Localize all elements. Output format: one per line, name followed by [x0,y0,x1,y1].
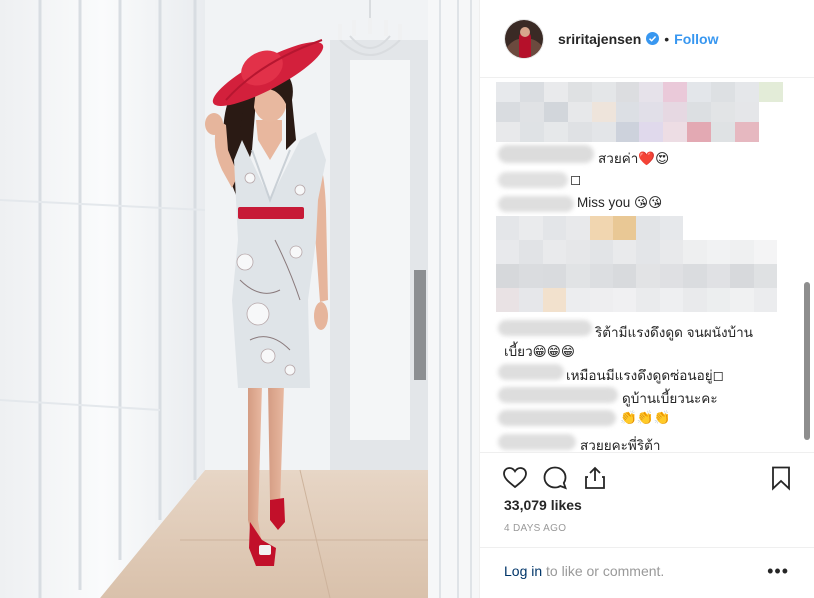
comment-text: ริต้ามีแรงดึงดูด จนผนังบ้าน [595,325,753,340]
login-link[interactable]: Log in [504,563,542,579]
comment-text-continuation: เบี้ยว😁😁😁 [504,344,575,359]
comment-text: ดูบ้านเบี้ยวนะคะ [622,391,718,406]
verified-badge-icon [646,32,660,45]
header-separator: • [664,30,670,47]
blurred-username [498,196,574,212]
share-icon[interactable] [582,465,608,491]
post-modal: sriritajensen • Follow สวยค่า❤️😍 ◻ Miss … [0,0,814,598]
comment-text: สวยค่า❤️😍 [598,151,670,166]
post-photo[interactable] [0,0,479,598]
pixelated-comment-block [496,216,777,312]
follow-button[interactable]: Follow [674,31,718,47]
bookmark-icon[interactable] [768,465,794,491]
comment-icon[interactable] [542,465,568,491]
photo-illustration [0,0,479,598]
post-side-panel: sriritajensen • Follow สวยค่า❤️😍 ◻ Miss … [479,0,814,598]
more-options-icon[interactable]: ••• [767,562,789,580]
blurred-username [498,434,576,450]
heart-icon[interactable] [502,465,528,491]
blurred-username [498,364,564,380]
login-footer: Log in to like or comment. ••• [480,547,814,598]
comments-list[interactable]: สวยค่า❤️😍 ◻ Miss you 😘😘 ริต้ามีแรงดึงดูด… [480,79,814,452]
login-prompt: Log in to like or comment. [504,563,664,579]
blurred-username [498,410,616,426]
post-date: 4 DAYS AGO [504,523,567,534]
post-header: sriritajensen • Follow [480,0,814,78]
blurred-username [498,387,618,403]
comment-text: สวยยคะพี่ริต้า [580,438,661,452]
login-prompt-text: to like or comment. [542,563,665,579]
comment-text: 👏👏👏 [620,410,671,425]
pixelated-comment-block [496,82,783,142]
blurred-username [498,172,568,188]
comment-text: Miss you 😘😘 [577,195,663,210]
blurred-username [498,320,592,336]
username[interactable]: sriritajensen [558,31,641,47]
avatar-image [505,19,543,58]
blurred-username [498,145,594,163]
comment-text: เหมือนมีแรงดึงดูดซ่อนอยู่◻ [566,368,724,383]
comments-scrollbar[interactable] [804,282,810,440]
likes-count[interactable]: 33,079 likes [504,497,582,513]
avatar[interactable] [504,18,544,59]
comment-text: ◻ [570,172,582,187]
